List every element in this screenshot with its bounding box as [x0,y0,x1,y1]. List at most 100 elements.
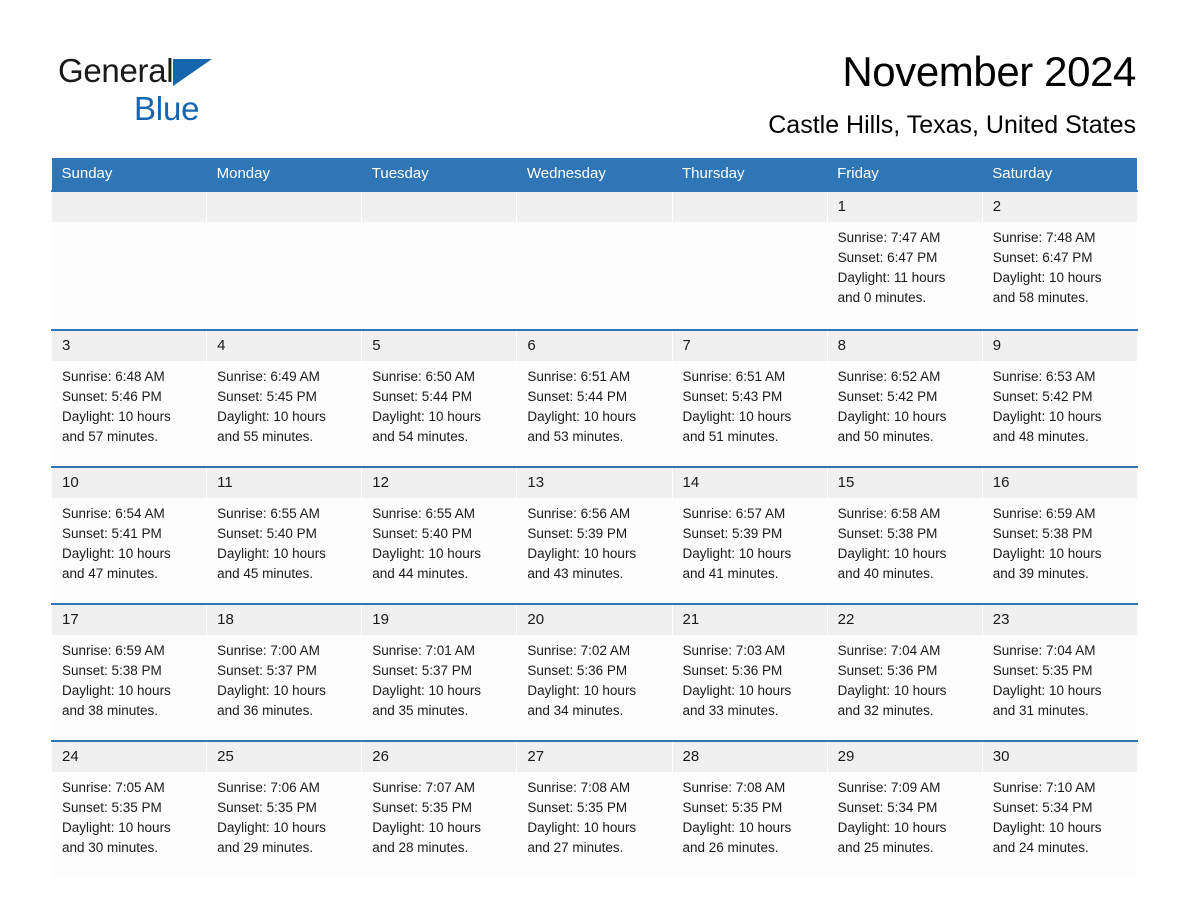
day-number: 27 [517,742,672,772]
daylight-text-line1: Daylight: 10 hours [217,409,326,424]
calendar-day-cell[interactable]: 20 Sunrise: 7:02 AM Sunset: 5:36 PM Dayligh… [516,603,673,741]
general-blue-logo[interactable]: General Blue [58,52,378,132]
calendar-day-cell[interactable]: 30 Sunrise: 7:10 AM Sunset: 5:34 PM Dayligh… [981,740,1138,877]
sunset-text: Sunset: 5:38 PM [62,663,162,678]
daylight-text-line2: and 32 minutes. [837,703,934,718]
daylight-text-line2: and 57 minutes. [62,429,159,444]
daylight-text-line2: and 28 minutes. [372,840,469,855]
sunset-text: Sunset: 5:38 PM [837,526,938,541]
day-number: 29 [827,742,982,772]
daylight-text-line1: Daylight: 10 hours [682,683,792,698]
calendar-day-cell[interactable]: 17 Sunrise: 6:59 AM Sunset: 5:38 PM Dayligh… [50,603,208,741]
sunset-text: Sunset: 5:36 PM [682,663,783,678]
calendar-day-cell[interactable]: 21 Sunrise: 7:03 AM Sunset: 5:36 PM Dayligh… [671,603,828,741]
calendar-day-cell-empty [206,190,363,330]
calendar-day-cell[interactable]: 26 Sunrise: 7:07 AM Sunset: 5:35 PM Dayligh… [361,740,518,877]
calendar-day-cell[interactable]: 3 Sunrise: 6:48 AM Sunset: 5:46 PM Daylight… [50,329,208,467]
sunset-text: Sunset: 5:39 PM [527,526,628,541]
calendar-day-cell[interactable]: 14 Sunrise: 6:57 AM Sunset: 5:39 PM Dayligh… [671,466,828,604]
sunrise-text: Sunrise: 7:03 AM [682,643,786,658]
calendar-day-cell[interactable]: 2 Sunrise: 7:48 AM Sunset: 6:47 PM Daylight… [981,190,1138,330]
calendar-day-cell[interactable]: 11 Sunrise: 6:55 AM Sunset: 5:40 PM Dayligh… [206,466,363,604]
calendar-day-cell[interactable]: 15 Sunrise: 6:58 AM Sunset: 5:38 PM Dayligh… [826,466,983,604]
day-number: 5 [362,331,517,361]
calendar-day-cell[interactable]: 28 Sunrise: 7:08 AM Sunset: 5:35 PM Dayligh… [671,740,828,877]
calendar-day-cell[interactable]: 19 Sunrise: 7:01 AM Sunset: 5:37 PM Dayligh… [361,603,518,741]
sunset-text: Sunset: 5:44 PM [372,389,473,404]
calendar-day-cell[interactable]: 13 Sunrise: 6:56 AM Sunset: 5:39 PM Dayligh… [516,466,673,604]
calendar-day-cell[interactable]: 24 Sunrise: 7:05 AM Sunset: 5:35 PM Dayligh… [50,740,208,877]
daylight-text-line2: and 43 minutes. [527,566,624,581]
sunset-text: Sunset: 5:40 PM [372,526,473,541]
day-number: 2 [982,192,1137,222]
sunrise-text: Sunrise: 6:56 AM [527,506,631,521]
calendar-day-cell[interactable]: 16 Sunrise: 6:59 AM Sunset: 5:38 PM Dayligh… [981,466,1138,604]
calendar-day-cell[interactable]: 10 Sunrise: 6:54 AM Sunset: 5:41 PM Dayligh… [50,466,208,604]
daylight-text-line2: and 36 minutes. [217,703,314,718]
sunrise-text: Sunrise: 6:59 AM [992,506,1096,521]
sunset-text: Sunset: 5:39 PM [682,526,783,541]
daylight-text-line2: and 33 minutes. [682,703,779,718]
calendar-day-cell[interactable]: 18 Sunrise: 7:00 AM Sunset: 5:37 PM Dayligh… [206,603,363,741]
sunrise-text: Sunrise: 6:50 AM [372,369,476,384]
day-number: 9 [982,331,1137,361]
day-details: Sunrise: 6:48 AM Sunset: 5:46 PM Daylight:… [52,361,206,447]
calendar-day-cell-empty [361,190,518,330]
calendar-day-cell-empty [50,190,208,330]
daylight-text-line1: Daylight: 10 hours [527,546,637,561]
logo-text-general: General [58,52,174,89]
day-number: 13 [517,468,672,498]
day-details: Sunrise: 6:49 AM Sunset: 5:45 PM Daylight:… [207,361,361,447]
daylight-text-line1: Daylight: 10 hours [992,270,1102,285]
calendar-day-cell[interactable]: 29 Sunrise: 7:09 AM Sunset: 5:34 PM Dayligh… [826,740,983,877]
weekday-header-tuesday: Tuesday [361,158,517,191]
calendar-day-cell[interactable]: 5 Sunrise: 6:50 AM Sunset: 5:44 PM Daylight… [361,329,518,467]
sunset-text: Sunset: 5:35 PM [682,800,783,815]
logo-top-line: General [58,52,378,90]
daylight-text-line2: and 40 minutes. [837,566,934,581]
calendar-container: Sunday Monday Tuesday Wednesday Thursday… [50,158,1138,877]
calendar-day-cell[interactable]: 1 Sunrise: 7:47 AM Sunset: 6:47 PM Daylight… [826,190,983,330]
day-details: Sunrise: 7:01 AM Sunset: 5:37 PM Daylight:… [362,635,516,721]
calendar-page: General Blue November 2024 Castle Hills,… [0,0,1188,918]
daylight-text-line2: and 31 minutes. [992,703,1089,718]
daylight-text-line2: and 38 minutes. [62,703,159,718]
daylight-text-line2: and 39 minutes. [992,566,1089,581]
daylight-text-line1: Daylight: 10 hours [62,820,171,835]
daylight-text-line1: Daylight: 10 hours [217,820,326,835]
calendar-day-cell[interactable]: 12 Sunrise: 6:55 AM Sunset: 5:40 PM Dayligh… [361,466,518,604]
sunrise-text: Sunrise: 7:01 AM [372,643,476,658]
calendar-day-cell[interactable]: 27 Sunrise: 7:08 AM Sunset: 5:35 PM Dayligh… [516,740,673,877]
calendar-day-cell[interactable]: 4 Sunrise: 6:49 AM Sunset: 5:45 PM Daylight… [206,329,363,467]
day-number: 6 [517,331,672,361]
calendar-day-cell[interactable]: 22 Sunrise: 7:04 AM Sunset: 5:36 PM Dayligh… [826,603,983,741]
day-number: 3 [52,331,207,361]
day-details: Sunrise: 6:55 AM Sunset: 5:40 PM Daylight:… [362,498,516,584]
weekday-header-wednesday: Wednesday [516,158,672,191]
calendar-day-cell[interactable]: 9 Sunrise: 6:53 AM Sunset: 5:42 PM Daylight… [981,329,1138,467]
daylight-text-line2: and 35 minutes. [372,703,469,718]
day-number [672,192,827,222]
calendar-day-cell[interactable]: 6 Sunrise: 6:51 AM Sunset: 5:44 PM Daylight… [516,329,673,467]
calendar-day-cell[interactable]: 7 Sunrise: 6:51 AM Sunset: 5:43 PM Daylight… [671,329,828,467]
sunset-text: Sunset: 5:42 PM [837,389,938,404]
day-number: 10 [52,468,207,498]
daylight-text-line2: and 27 minutes. [527,840,624,855]
day-details: Sunrise: 7:08 AM Sunset: 5:35 PM Daylight:… [673,772,827,858]
daylight-text-line1: Daylight: 10 hours [837,683,947,698]
day-number [52,192,207,222]
daylight-text-line2: and 48 minutes. [992,429,1089,444]
weekday-header-monday: Monday [206,158,362,191]
calendar-day-cell[interactable]: 23 Sunrise: 7:04 AM Sunset: 5:35 PM Dayligh… [981,603,1138,741]
calendar-day-cell[interactable]: 25 Sunrise: 7:06 AM Sunset: 5:35 PM Dayligh… [206,740,363,877]
day-number [362,192,517,222]
sunset-text: Sunset: 5:35 PM [527,800,628,815]
daylight-text-line2: and 47 minutes. [62,566,159,581]
sunrise-text: Sunrise: 7:06 AM [217,780,320,795]
sunrise-text: Sunrise: 6:54 AM [62,506,165,521]
daylight-text-line1: Daylight: 10 hours [837,409,947,424]
day-details: Sunrise: 7:05 AM Sunset: 5:35 PM Daylight:… [52,772,206,858]
calendar-day-cell[interactable]: 8 Sunrise: 6:52 AM Sunset: 5:42 PM Daylight… [826,329,983,467]
sunrise-text: Sunrise: 7:04 AM [992,643,1096,658]
daylight-text-line2: and 44 minutes. [372,566,469,581]
